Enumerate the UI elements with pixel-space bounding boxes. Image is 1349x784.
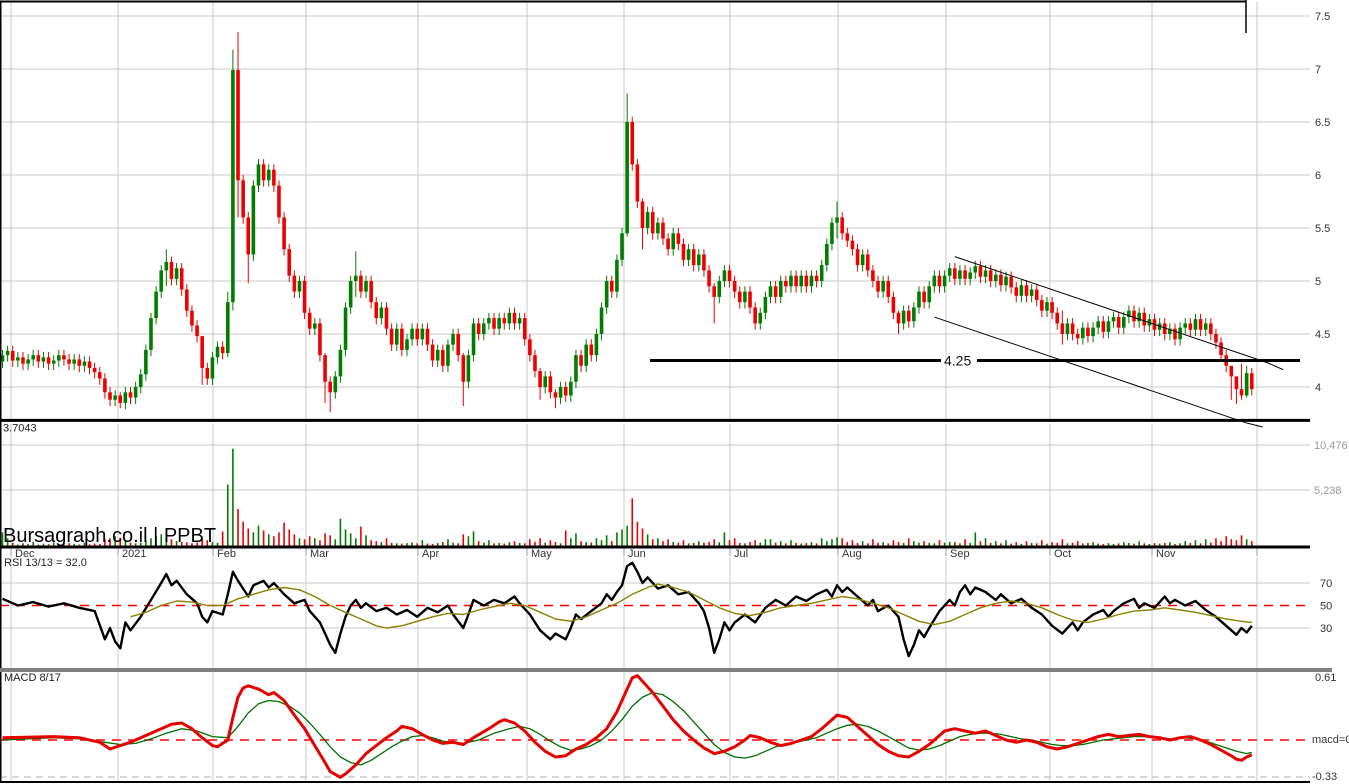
rsi-tick-label: 50 (1320, 601, 1332, 613)
month-label: Apr (422, 548, 439, 560)
month-label: Aug (842, 548, 862, 560)
resistance-price-label: 4.25 (944, 353, 971, 369)
stock-chart-app: 3.7043 4.25 7.5 7 6.5 6 5.5 5 4.5 4 10,476 5,238 70 5… (0, 0, 1349, 784)
macd-zero-label: macd=0 (1312, 734, 1349, 746)
month-label: Mar (310, 548, 329, 560)
volume-tick-label: 10,476 (1314, 440, 1348, 452)
month-label: 2021 (122, 548, 146, 560)
macd-min-label: -0.33 (1312, 771, 1337, 783)
volume-tick-label: 5,238 (1314, 485, 1342, 497)
macd-line (2, 674, 1253, 779)
month-label: Jun (628, 548, 646, 560)
price-tick-label: 6 (1315, 170, 1321, 182)
rsi-indicator-label: RSI 13/13 = 32.0 (4, 557, 87, 569)
price-axis-labels: 7.5 7 6.5 6 5.5 5 4.5 4 (1315, 11, 1330, 394)
price-tick-label: 5.5 (1315, 223, 1330, 235)
support-price-label: 3.7043 (3, 422, 37, 434)
price-tick-label: 4 (1315, 382, 1321, 394)
macd-axis-labels: 0.61 macd=0 -0.33 (1312, 672, 1349, 783)
resistance-line: 4.25 (650, 353, 1300, 369)
support-line: 3.7043 (0, 418, 1310, 434)
price-tick-label: 6.5 (1315, 117, 1330, 129)
rsi-tick-label: 30 (1320, 623, 1332, 635)
rsi-tick-label: 70 (1320, 578, 1332, 590)
price-tick-label: 7.5 (1315, 11, 1330, 23)
chart-canvas: 3.7043 4.25 7.5 7 6.5 6 5.5 5 4.5 4 10,476 5,238 70 5… (0, 0, 1349, 783)
month-label: Oct (1054, 548, 1071, 560)
rsi-line (2, 561, 1253, 658)
month-label: Sep (950, 548, 970, 560)
watermark-text: Bursagraph.co.il | PPBT (3, 525, 217, 547)
month-gridlines (10, 2, 1258, 781)
month-label: May (531, 548, 552, 560)
price-tick-label: 4.5 (1315, 329, 1330, 341)
price-tick-label: 5 (1315, 276, 1321, 288)
macd-indicator-label: MACD 8/17 (4, 672, 61, 684)
volume-axis-labels: 10,476 5,238 (1314, 440, 1348, 497)
panel-borders (0, 0, 1332, 783)
month-label: Jul (734, 548, 748, 560)
macd-gridlines (0, 739, 1310, 778)
month-label: Feb (217, 548, 236, 560)
month-label: Nov (1156, 548, 1176, 560)
volume-gridlines (0, 444, 1310, 491)
macd-max-label: 0.61 (1315, 672, 1336, 684)
price-tick-label: 7 (1315, 64, 1321, 76)
candlesticks-layer (0, 31, 1254, 413)
rsi-axis-labels: 70 50 30 (1320, 578, 1332, 635)
month-axis-labels: Dec 2021 Feb Mar Apr May Jun Jul Aug Sep Oct Nov (15, 548, 1176, 560)
rsi-gridlines (0, 582, 1310, 629)
